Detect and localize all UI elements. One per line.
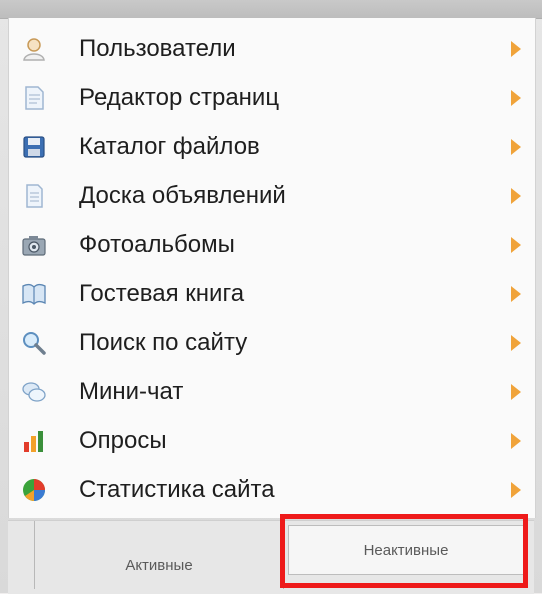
chevron-right-icon xyxy=(511,90,521,106)
menu-item-label: Каталог файлов xyxy=(79,133,260,160)
module-menu: Пользователи Редактор страниц Каталог фа… xyxy=(9,24,535,514)
tab-bar: Активные Неактивные xyxy=(8,520,534,594)
user-icon xyxy=(21,36,47,62)
menu-item-photo-albums[interactable]: Фотоальбомы xyxy=(9,220,535,269)
chevron-right-icon xyxy=(511,286,521,302)
menu-item-label: Поиск по сайту xyxy=(79,329,248,356)
menu-item-label: Мини-чат xyxy=(79,378,184,405)
menu-item-mini-chat[interactable]: Мини-чат xyxy=(9,367,535,416)
page-icon xyxy=(21,85,47,111)
pie-chart-icon xyxy=(21,477,47,503)
chevron-right-icon xyxy=(511,139,521,155)
chevron-right-icon xyxy=(511,384,521,400)
chat-icon xyxy=(21,379,47,405)
menu-item-label: Гостевая книга xyxy=(79,280,245,307)
menu-item-label: Фотоальбомы xyxy=(79,231,235,258)
menu-item-label: Статистика сайта xyxy=(79,476,275,503)
menu-item-users[interactable]: Пользователи xyxy=(9,24,535,73)
bar-chart-icon xyxy=(21,428,47,454)
menu-panel: Пользователи Редактор страниц Каталог фа… xyxy=(8,18,536,518)
menu-item-bulletin-board[interactable]: Доска объявлений xyxy=(9,171,535,220)
menu-item-label: Пользователи xyxy=(79,35,236,62)
menu-item-label: Редактор страниц xyxy=(79,84,280,111)
menu-item-site-statistics[interactable]: Статистика сайта xyxy=(9,465,535,514)
top-bar xyxy=(0,0,542,19)
menu-item-page-editor[interactable]: Редактор страниц xyxy=(9,73,535,122)
menu-item-label: Доска объявлений xyxy=(79,182,286,209)
tab-active[interactable]: Активные xyxy=(34,521,284,589)
menu-item-label: Опросы xyxy=(79,427,167,454)
chevron-right-icon xyxy=(511,482,521,498)
chevron-right-icon xyxy=(511,335,521,351)
app-window: Пользователи Редактор страниц Каталог фа… xyxy=(0,0,542,594)
menu-item-site-search[interactable]: Поиск по сайту xyxy=(9,318,535,367)
document-icon xyxy=(21,183,47,209)
search-icon xyxy=(21,330,47,356)
menu-item-polls[interactable]: Опросы xyxy=(9,416,535,465)
menu-item-file-catalog[interactable]: Каталог файлов xyxy=(9,122,535,171)
menu-item-guestbook[interactable]: Гостевая книга xyxy=(9,269,535,318)
camera-icon xyxy=(21,232,47,258)
chevron-right-icon xyxy=(511,433,521,449)
floppy-disk-icon xyxy=(21,134,47,160)
tab-inactive[interactable]: Неактивные xyxy=(288,525,524,575)
chevron-right-icon xyxy=(511,188,521,204)
chevron-right-icon xyxy=(511,41,521,57)
chevron-right-icon xyxy=(511,237,521,253)
book-icon xyxy=(21,281,47,307)
